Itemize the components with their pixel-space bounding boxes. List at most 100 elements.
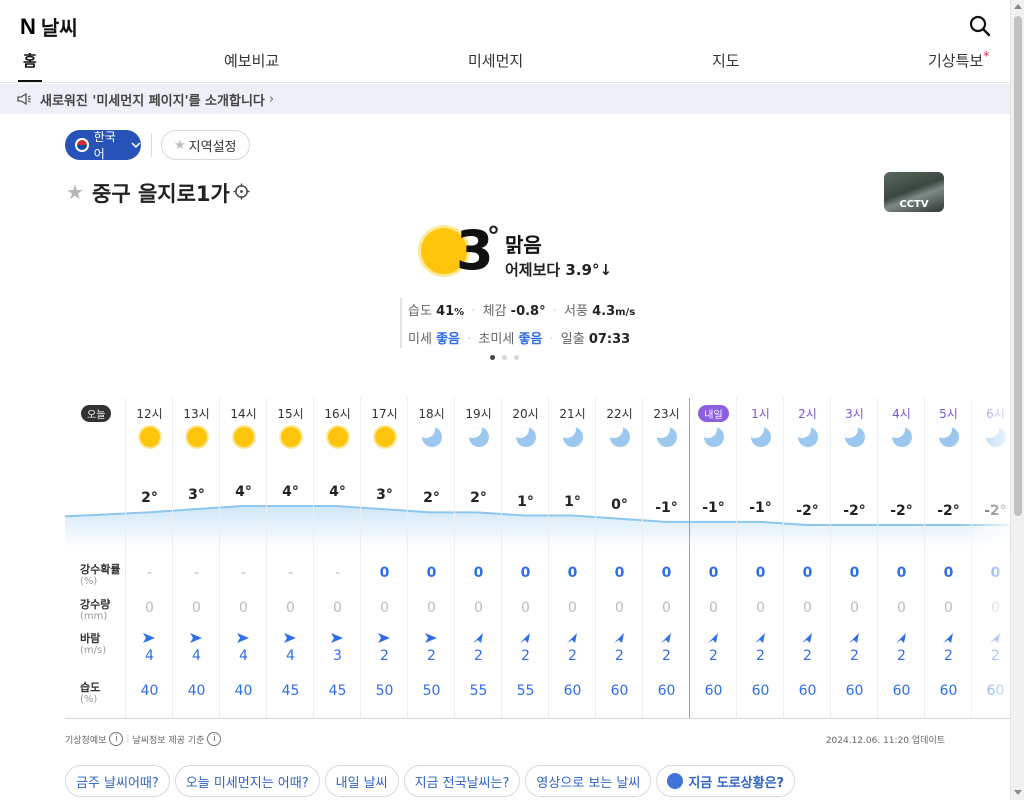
chip-national-weather[interactable]: 지금 전국날씨는? <box>403 765 521 797</box>
hour-column: 20시 1° 0 0 2 55 <box>501 398 548 718</box>
language-select-button[interactable]: 한국어 <box>65 130 141 161</box>
tab-map[interactable]: 지도 <box>712 50 740 71</box>
hour-column: 5시 -2° 0 0 2 60 <box>924 398 971 718</box>
tab-fine-dust[interactable]: 미세먼지 <box>468 50 523 71</box>
current-location-icon[interactable] <box>233 183 250 200</box>
banner-text: 새로워진 '미세먼지 페이지'를 소개합니다 <box>40 93 265 109</box>
chip-label: 내일 날씨 <box>335 775 388 791</box>
wind-speed: 4 <box>145 648 154 664</box>
pm25-label: 초미세 <box>478 332 515 347</box>
hour-label: 15시 <box>277 407 304 421</box>
clear-night-icon <box>657 427 677 447</box>
app-header: N 날씨 홈 예보비교 미세먼지 지도 기상특보* <box>0 0 1010 83</box>
scroll-thumb[interactable] <box>1014 16 1022 516</box>
hour-column: 3시 -2° 0 0 2 60 <box>830 398 877 718</box>
hour-column: 1시 -1° 0 0 2 60 <box>736 398 783 718</box>
notice-banner[interactable]: 새로워진 '미세먼지 페이지'를 소개합니다 › <box>0 84 1010 114</box>
pop-row-label: 강수확률 (%) <box>80 564 120 588</box>
location-name: 중구 을지로1가 <box>92 182 230 206</box>
humidity-value: 55 <box>516 683 535 699</box>
scroll-down-arrow-icon[interactable] <box>1014 790 1022 795</box>
pm10-value[interactable]: 좋음 <box>436 332 460 347</box>
precipitation-probability: 0 <box>520 565 531 581</box>
carousel-dot[interactable] <box>490 355 495 360</box>
pm25-value[interactable]: 좋음 <box>518 332 542 347</box>
hour-label: 13시 <box>183 407 210 421</box>
precipitation-amount: 0 <box>239 600 248 616</box>
region-settings-button[interactable]: ★ 지역설정 <box>161 130 250 160</box>
rain-unit: (mm) <box>80 611 108 622</box>
precipitation-probability: 0 <box>896 565 907 581</box>
hour-label: 23시 <box>653 407 680 421</box>
humidity-value: 40 <box>187 683 206 699</box>
wind-direction-icon <box>143 633 155 643</box>
page-scrollbar[interactable] <box>1010 0 1024 800</box>
wind-direction-icon <box>284 633 296 643</box>
wind-speed: 2 <box>568 648 577 664</box>
search-icon[interactable] <box>968 14 992 38</box>
wind-speed: 4 <box>192 648 201 664</box>
tab-weather-warning[interactable]: 기상특보* <box>928 49 989 71</box>
clear-night-icon <box>516 427 536 447</box>
chip-today-dust[interactable]: 오늘 미세먼지는 어때? <box>174 765 320 797</box>
wind-direction-icon <box>237 633 249 643</box>
hour-temperature: 1° <box>564 493 581 510</box>
wind-speed: 2 <box>897 648 906 664</box>
precipitation-probability: 0 <box>426 565 437 581</box>
chip-tomorrow-weather[interactable]: 내일 날씨 <box>324 765 399 797</box>
rain-label-text: 강수량 <box>80 598 111 611</box>
hour-label: 1시 <box>751 407 770 421</box>
humidity-value: 60 <box>845 683 864 699</box>
active-tab-indicator <box>18 80 42 82</box>
carousel-dot[interactable] <box>502 355 507 360</box>
precipitation-probability: 0 <box>473 565 484 581</box>
humidity-value: 60 <box>798 683 817 699</box>
precipitation-amount: 0 <box>756 600 765 616</box>
hour-label: 20시 <box>512 407 539 421</box>
wind-speed: 2 <box>756 648 765 664</box>
hour-label: 21시 <box>559 407 586 421</box>
hour-label: 17시 <box>371 407 398 421</box>
update-time: 2024.12.06. 11:20 업데이트 <box>825 736 945 746</box>
cctv-thumbnail[interactable]: CCTV <box>884 172 944 212</box>
clear-night-icon <box>939 427 959 447</box>
hour-temperature: 2° <box>423 490 440 507</box>
humidity-value: 60 <box>939 683 958 699</box>
tab-home[interactable]: 홈 <box>23 50 37 71</box>
wind-direction-icon <box>943 633 953 643</box>
wind-direction-icon <box>378 633 390 643</box>
precipitation-probability: 0 <box>614 565 625 581</box>
chip-label: 지금 도로상황은? <box>688 775 785 791</box>
humidity-value: 40 <box>140 683 159 699</box>
hour-column: 16시 4° - 0 3 45 <box>313 398 360 718</box>
help-icon[interactable]: i <box>109 732 124 746</box>
precipitation-probability: - <box>146 565 153 581</box>
info-divider <box>400 298 402 348</box>
chevron-right-icon: › <box>268 91 275 107</box>
chip-video-weather[interactable]: 영상으로 보는 날씨 <box>525 765 652 797</box>
chip-weekly-weather[interactable]: 금주 날씨어때? <box>65 765 170 797</box>
naver-weather-logo[interactable]: N 날씨 <box>20 12 78 41</box>
help-icon[interactable]: i <box>207 732 222 746</box>
wind-direction-icon <box>331 633 343 643</box>
clear-night-icon <box>563 427 583 447</box>
sunrise-label: 일출 <box>560 332 585 347</box>
wind-speed: 2 <box>991 648 1000 664</box>
wind-speed: 2 <box>427 648 436 664</box>
wind-direction-label: 서풍 <box>564 304 588 319</box>
clear-night-icon <box>751 427 771 447</box>
precipitation-amount: 0 <box>192 600 201 616</box>
favorite-star-icon[interactable]: ★ <box>66 180 84 204</box>
tab-forecast-compare[interactable]: 예보비교 <box>224 50 279 71</box>
hour-temperature: 3° <box>376 487 393 504</box>
korea-flag-icon <box>75 138 89 152</box>
precipitation-amount: 0 <box>991 600 1000 616</box>
scroll-up-arrow-icon[interactable] <box>1014 4 1022 9</box>
chevron-down-icon <box>131 142 141 148</box>
hourly-forecast[interactable]: 오늘 강수확률 (%) 강수량 (mm) 바람 (m/s) 습도 (%) 12시 2° -0… <box>65 398 1010 719</box>
clear-night-icon <box>469 427 489 447</box>
carousel-dot[interactable] <box>514 355 519 360</box>
yesterday-comparison: 어제보다 3.9°↓ <box>505 261 613 279</box>
precipitation-probability: 0 <box>708 565 719 581</box>
chip-road-status[interactable]: 지금 도로상황은? <box>656 765 796 797</box>
